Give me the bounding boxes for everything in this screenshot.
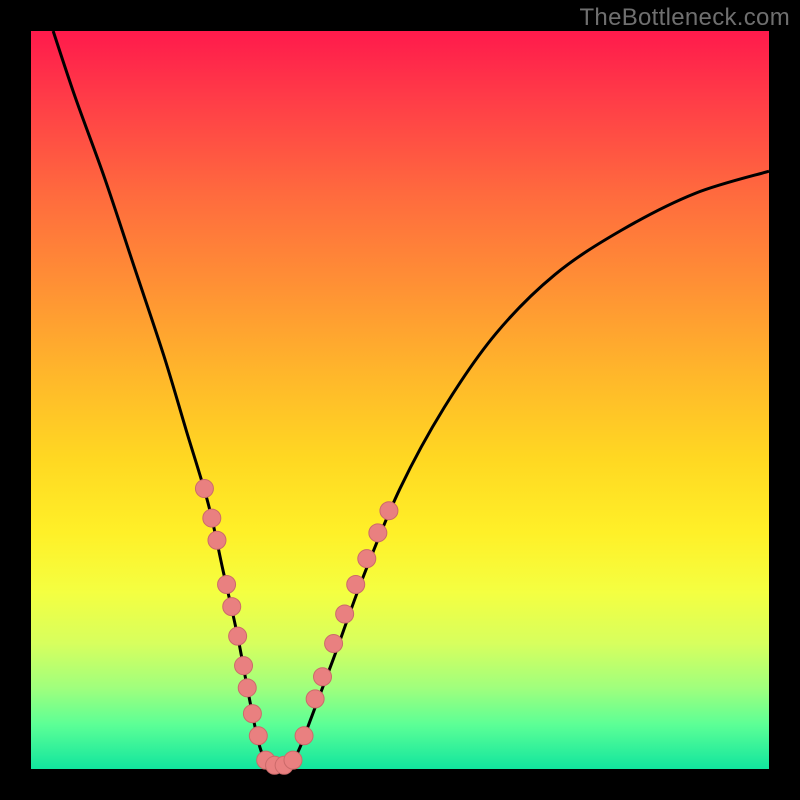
curve-marker	[314, 668, 332, 686]
curve-marker	[223, 598, 241, 616]
curve-marker	[295, 727, 313, 745]
curve-marker	[203, 509, 221, 527]
curve-marker	[235, 657, 253, 675]
curve-marker	[325, 635, 343, 653]
curve-marker	[284, 751, 302, 769]
curve-marker	[369, 524, 387, 542]
chart-svg	[31, 31, 769, 769]
chart-frame: TheBottleneck.com	[0, 0, 800, 800]
curve-marker	[347, 576, 365, 594]
curve-marker	[336, 605, 354, 623]
curve-marker	[306, 690, 324, 708]
bottleneck-curve	[53, 31, 769, 771]
curve-marker	[218, 576, 236, 594]
curve-markers	[195, 480, 398, 775]
curve-marker	[195, 480, 213, 498]
curve-marker	[238, 679, 256, 697]
curve-marker	[243, 705, 261, 723]
chart-plot-area	[31, 31, 769, 769]
curve-marker	[380, 502, 398, 520]
curve-marker	[208, 531, 226, 549]
watermark-text: TheBottleneck.com	[579, 4, 790, 32]
curve-marker	[229, 627, 247, 645]
curve-marker	[249, 727, 267, 745]
curve-marker	[358, 550, 376, 568]
